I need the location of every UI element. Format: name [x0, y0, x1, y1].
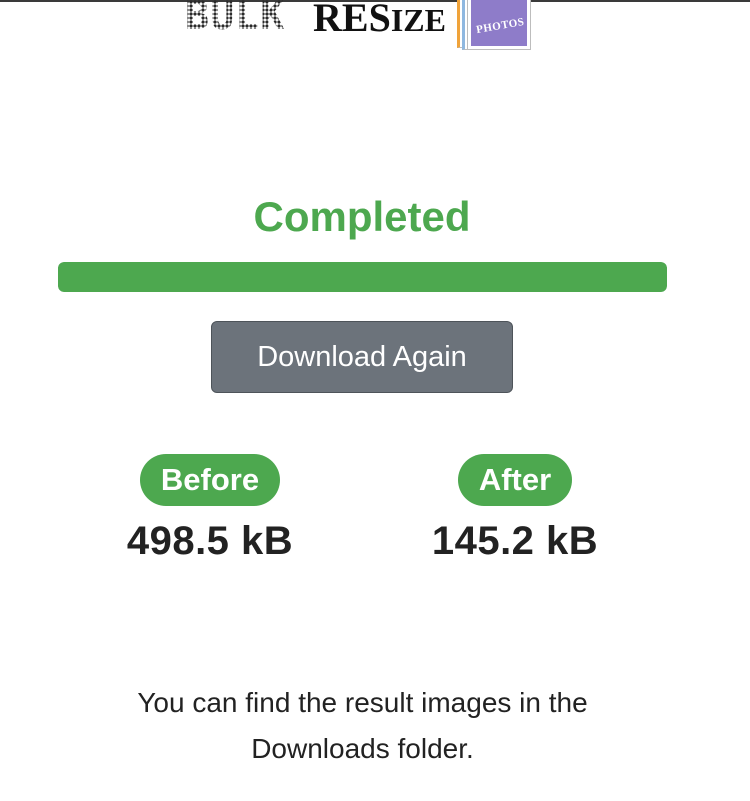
progress-bar-fill	[58, 262, 667, 292]
stat-after: After 145.2 kB	[405, 454, 625, 566]
bulk-resize-photos-logo[interactable]: BULK RESIZE PHOTOS	[185, 0, 545, 56]
photo-frame-front: PHOTOS	[467, 0, 531, 50]
logo-resize-text: RESIZE	[313, 0, 446, 40]
logo-bulk-text: BULK	[185, 0, 285, 36]
result-location-note: You can find the result images in the Do…	[60, 680, 665, 772]
page: BULK RESIZE PHOTOS Completed Download Ag…	[0, 0, 750, 801]
download-again-button[interactable]: Download Again	[211, 321, 513, 393]
after-badge: After	[457, 454, 573, 506]
photos-label: PHOTOS	[475, 15, 526, 37]
logo-resize-main: RES	[313, 0, 391, 40]
photo-image: PHOTOS	[471, 0, 527, 46]
status-title: Completed	[253, 193, 471, 240]
photo-stack-icon: PHOTOS	[457, 0, 547, 56]
after-size-value: 145.2 kB	[431, 519, 599, 563]
note-line-1: You can find the result images in the	[137, 687, 588, 718]
logo-resize-small: IZE	[390, 2, 446, 38]
progress-bar	[58, 262, 667, 292]
note-line-2: Downloads folder.	[251, 733, 474, 764]
before-badge: Before	[139, 454, 281, 506]
stat-before: Before 498.5 kB	[100, 454, 320, 566]
before-size-value: 498.5 kB	[126, 519, 294, 563]
